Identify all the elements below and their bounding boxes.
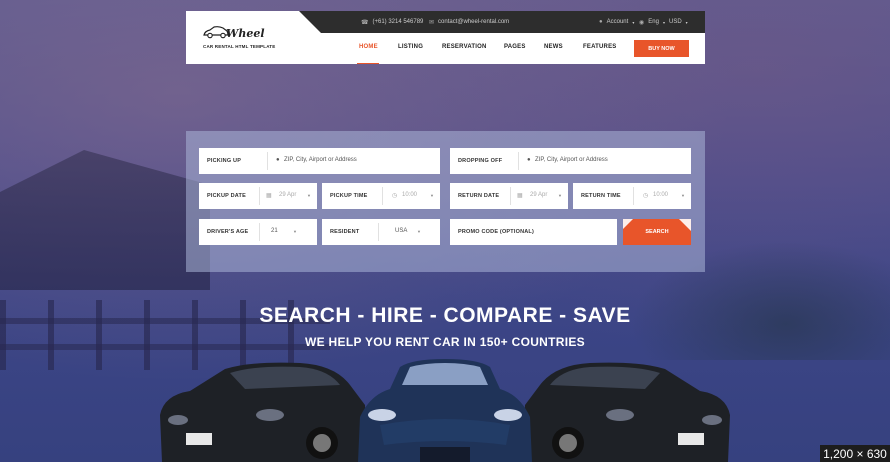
language-label: Eng (648, 19, 659, 25)
divider (633, 187, 634, 205)
search-button-label: SEARCH (645, 229, 669, 235)
drivers-age-value: 21 (271, 228, 278, 234)
chevron-down-icon: ▾ (632, 19, 635, 25)
phone-contact[interactable]: ☎ (+61) 3214 546789 (361, 19, 423, 26)
dropping-off-label: DROPPING OFF (458, 158, 503, 164)
clock-icon: ◷ (392, 193, 398, 199)
nav-item-listing[interactable]: LISTING (398, 44, 423, 50)
resident-label: RESIDENT (330, 229, 360, 235)
drivers-age-label: DRIVER'S AGE (207, 229, 249, 235)
divider (378, 223, 379, 241)
chevron-down-icon: ▼ (681, 193, 685, 198)
chevron-down-icon: ▼ (307, 193, 311, 198)
corner-decoration (679, 219, 691, 231)
car-right-image (522, 362, 730, 462)
dropping-off-field[interactable]: DROPPING OFF ● ZIP, City, Airport or Add… (450, 148, 691, 174)
email-address: contact@wheel-rental.com (438, 19, 510, 25)
drivers-age-field[interactable]: DRIVER'S AGE 21 ▼ (199, 219, 317, 245)
hero-title: SEARCH - HIRE - COMPARE - SAVE (259, 304, 631, 327)
car-center-image (358, 359, 532, 462)
logo-name: Wheel (226, 27, 265, 40)
pickup-time-value: 10:00 (402, 192, 418, 198)
account-label: Account (606, 19, 629, 25)
pickup-time-label: PICKUP TIME (330, 193, 368, 199)
promo-code-input[interactable]: PROMO CODE (OPTIONAL) (450, 229, 534, 235)
divider (518, 152, 519, 170)
chevron-down-icon: ▼ (417, 229, 421, 234)
buy-now-button[interactable]: BUY NOW (634, 40, 689, 57)
return-time-label: RETURN TIME (581, 193, 621, 199)
return-date-value: 29 Apr (530, 192, 548, 198)
return-time-field[interactable]: RETURN TIME ◷ 10:00 ▼ (573, 183, 691, 209)
dropping-off-input[interactable]: ZIP, City, Airport or Address (535, 157, 608, 163)
promo-code-field[interactable]: PROMO CODE (OPTIONAL) (450, 219, 617, 245)
currency-menu[interactable]: USD ▾ (669, 19, 688, 25)
clock-icon: ◷ (643, 193, 649, 199)
logo-tagline: CAR RENTAL HTML TEMPLATE (203, 44, 276, 49)
cars-image (160, 359, 730, 462)
divider (259, 187, 260, 205)
picking-up-field[interactable]: PICKING UP ● ZIP, City, Airport or Addre… (199, 148, 440, 174)
pickup-time-field[interactable]: PICKUP TIME ◷ 10:00 ▼ (322, 183, 440, 209)
top-bar: ☎ (+61) 3214 546789 ✉ contact@wheel-rent… (299, 11, 705, 33)
picking-up-label: PICKING UP (207, 158, 242, 164)
resident-field[interactable]: RESIDENT USA ▼ (322, 219, 440, 245)
phone-icon: ☎ (361, 19, 369, 26)
pickup-date-field[interactable]: PICKUP DATE ▦ 29 Apr ▼ (199, 183, 317, 209)
language-menu[interactable]: ◉ Eng ▾ (639, 19, 665, 26)
divider (267, 152, 268, 170)
currency-label: USD (669, 19, 682, 25)
chevron-down-icon: ▾ (685, 19, 688, 25)
site-header: Wheel CAR RENTAL HTML TEMPLATE ☎ (+61) 3… (186, 11, 705, 64)
divider (382, 187, 383, 205)
chevron-down-icon: ▼ (293, 229, 297, 234)
divider (259, 223, 260, 241)
calendar-icon: ▦ (266, 193, 272, 199)
return-time-value: 10:00 (653, 192, 669, 198)
picking-up-input[interactable]: ZIP, City, Airport or Address (284, 157, 357, 163)
corner-decoration (623, 219, 633, 229)
user-icon: ● (599, 19, 603, 25)
nav-active-indicator (357, 63, 379, 64)
main-nav: HOME LISTING RESERVATION PAGES NEWS FEAT… (321, 33, 705, 64)
return-date-label: RETURN DATE (458, 193, 500, 199)
map-pin-icon: ● (276, 157, 280, 163)
calendar-icon: ▦ (517, 193, 523, 199)
nav-item-features[interactable]: FEATURES (583, 44, 617, 50)
chevron-down-icon: ▾ (662, 19, 665, 25)
map-pin-icon: ● (527, 157, 531, 163)
resident-value: USA (395, 228, 408, 234)
chevron-down-icon: ▼ (558, 193, 562, 198)
chevron-down-icon: ▼ (430, 193, 434, 198)
email-contact[interactable]: ✉ contact@wheel-rental.com (429, 19, 509, 26)
nav-item-news[interactable]: NEWS (544, 44, 563, 50)
pickup-date-value: 29 Apr (279, 192, 297, 198)
image-size-badge: 1,200 × 630 (820, 445, 890, 462)
search-button[interactable]: SEARCH (623, 219, 691, 245)
phone-number: (+61) 3214 546789 (372, 19, 424, 25)
envelope-icon: ✉ (429, 19, 435, 26)
nav-item-reservation[interactable]: RESERVATION (442, 44, 487, 50)
return-date-field[interactable]: RETURN DATE ▦ 29 Apr ▼ (450, 183, 568, 209)
barn-silhouette (0, 150, 210, 290)
divider (510, 187, 511, 205)
nav-item-home[interactable]: HOME (359, 44, 378, 50)
car-left-image (160, 362, 368, 462)
hero-subtitle: WE HELP YOU RENT CAR IN 150+ COUNTRIES (304, 335, 585, 349)
pickup-date-label: PICKUP DATE (207, 193, 246, 199)
account-menu[interactable]: ● Account ▾ (599, 19, 634, 25)
globe-icon: ◉ (639, 19, 645, 26)
nav-item-pages[interactable]: PAGES (504, 44, 526, 50)
